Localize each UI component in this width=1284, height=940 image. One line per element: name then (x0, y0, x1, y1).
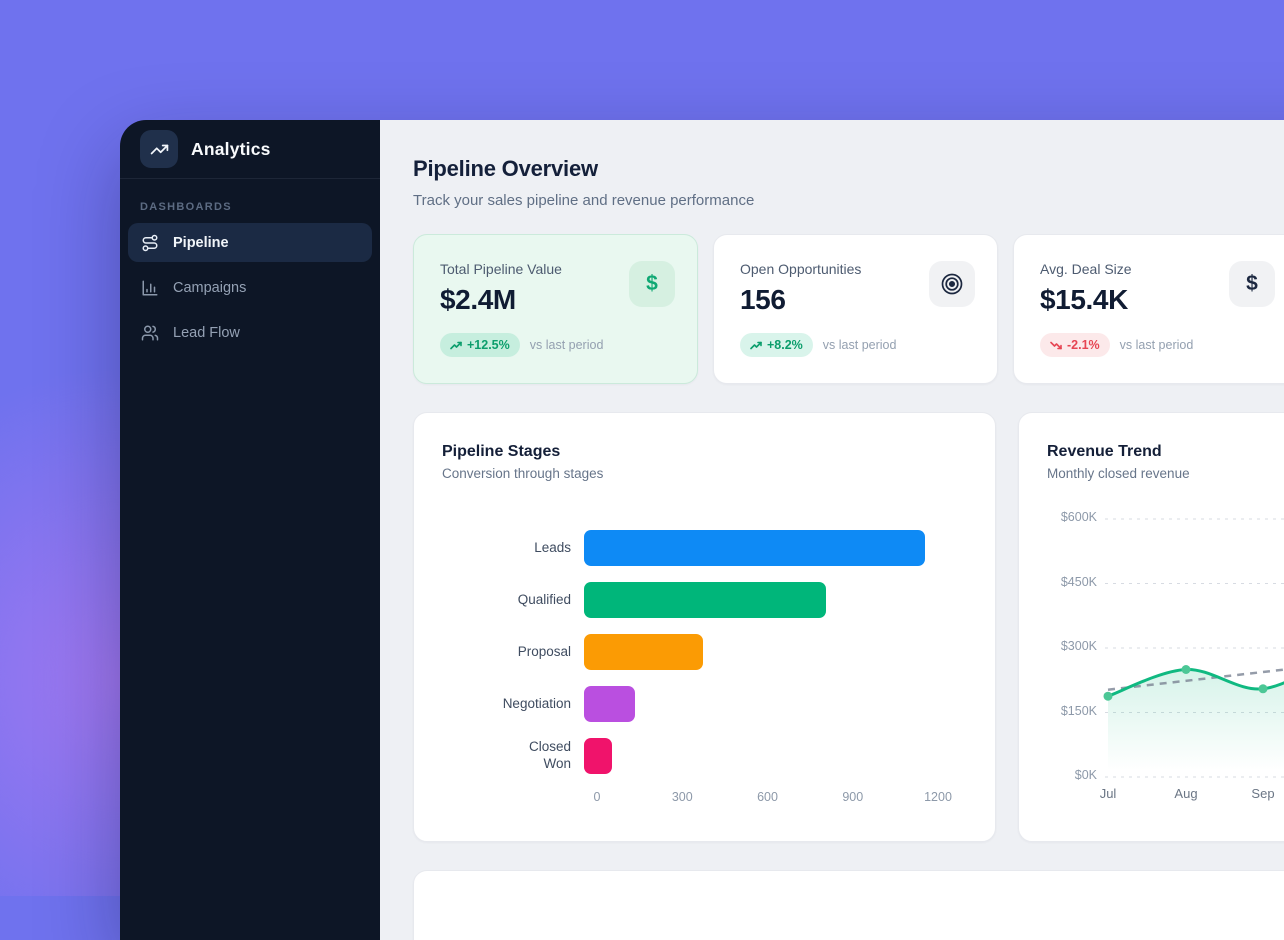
kpi-icon-box: $ (1229, 261, 1275, 307)
bar-track (584, 634, 967, 670)
x-axis-month-label: Jul (1084, 786, 1132, 801)
trending-down-icon (1050, 341, 1062, 350)
kpi-card-open-opportunities[interactable]: Open Opportunities 156 +8.2% vs last per… (713, 234, 998, 384)
bar-chart-rows: Leads Qualified Proposal Negotiation Closed … (442, 522, 967, 782)
bar-row: Qualified (442, 574, 967, 626)
kpi-compare-text: vs last period (1120, 338, 1194, 352)
x-axis-month-label: Sep (1239, 786, 1284, 801)
chart-subtitle: Monthly closed revenue (1047, 466, 1284, 481)
bar-category-label: Closed Won (442, 739, 584, 773)
sidebar: Analytics DASHBOARDS Pipeline Campaigns (120, 120, 380, 940)
revenue-trend-card: Revenue Trend Monthly closed revenue $60… (1018, 412, 1284, 842)
trending-up-icon (450, 341, 462, 350)
line-chart-svg (1099, 504, 1284, 804)
kpi-icon-box (929, 261, 975, 307)
sidebar-item-pipeline[interactable]: Pipeline (128, 223, 372, 262)
y-axis-tick-label: $300K (1019, 639, 1097, 653)
app-logo (140, 130, 178, 168)
sidebar-nav: Pipeline Campaigns Lead Flow (120, 223, 380, 352)
delta-badge: +8.2% (740, 333, 813, 357)
bar-chart-x-axis: 0 300 600 900 1200 (597, 790, 967, 810)
x-axis-tick-label: 0 (594, 790, 601, 804)
sidebar-section-label: DASHBOARDS (140, 201, 360, 213)
page-title: Pipeline Overview (413, 156, 1284, 182)
sidebar-item-label: Lead Flow (173, 325, 240, 341)
page-subtitle: Track your sales pipeline and revenue pe… (413, 192, 1284, 209)
x-axis-tick-label: 600 (757, 790, 778, 804)
bar[interactable] (584, 686, 635, 722)
bar[interactable] (584, 634, 703, 670)
chart-subtitle: Conversion through stages (442, 466, 967, 481)
dollar-icon: $ (646, 272, 658, 296)
bar-category-label: Qualified (442, 592, 584, 609)
app-name: Analytics (191, 139, 271, 160)
bar-row: Proposal (442, 626, 967, 678)
bar-category-label: Leads (442, 540, 584, 557)
sidebar-item-campaigns[interactable]: Campaigns (128, 268, 372, 307)
bottom-card (413, 870, 1284, 940)
pipeline-stages-card: Pipeline Stages Conversion through stage… (413, 412, 996, 842)
delta-badge: +12.5% (440, 333, 520, 357)
route-icon (141, 234, 159, 252)
chart-title: Revenue Trend (1047, 443, 1284, 461)
sidebar-item-lead-flow[interactable]: Lead Flow (128, 313, 372, 352)
bar-category-label: Negotiation (442, 696, 584, 713)
users-icon (141, 324, 159, 342)
sidebar-item-label: Pipeline (173, 235, 229, 251)
kpi-icon-box: $ (629, 261, 675, 307)
delta-badge: -2.1% (1040, 333, 1110, 357)
bar-row: Leads (442, 522, 967, 574)
data-point[interactable] (1104, 692, 1113, 701)
data-point[interactable] (1182, 665, 1191, 674)
trending-up-icon (750, 341, 762, 350)
bar-track (584, 738, 967, 774)
main-content: Pipeline Overview Track your sales pipel… (380, 120, 1284, 940)
y-axis-tick-label: $600K (1019, 510, 1097, 524)
target-icon (940, 272, 964, 296)
bar-track (584, 686, 967, 722)
trending-up-icon (150, 140, 169, 159)
bar-row: Negotiation (442, 678, 967, 730)
sidebar-item-label: Campaigns (173, 280, 246, 296)
bar[interactable] (584, 738, 612, 774)
data-point[interactable] (1259, 684, 1268, 693)
x-axis-tick-label: 900 (842, 790, 863, 804)
kpi-card-total-pipeline-value[interactable]: Total Pipeline Value $2.4M +12.5% vs las… (413, 234, 698, 384)
bar[interactable] (584, 530, 925, 566)
bar-track (584, 530, 967, 566)
kpi-compare-text: vs last period (823, 338, 897, 352)
app-window: Analytics DASHBOARDS Pipeline Campaigns (120, 120, 1284, 940)
bar-row: Closed Won (442, 730, 967, 782)
y-axis-tick-label: $450K (1019, 575, 1097, 589)
x-axis-month-label: Aug (1162, 786, 1210, 801)
y-axis-tick-label: $150K (1019, 704, 1097, 718)
kpi-card-avg-deal-size[interactable]: Avg. Deal Size $15.4K -2.1% vs last peri… (1013, 234, 1284, 384)
x-axis-tick-label: 1200 (924, 790, 952, 804)
x-axis-tick-label: 300 (672, 790, 693, 804)
sidebar-header: Analytics (120, 120, 380, 179)
kpi-row: Total Pipeline Value $2.4M +12.5% vs las… (413, 234, 1284, 384)
y-axis-tick-label: $0K (1019, 768, 1097, 782)
charts-row: Pipeline Stages Conversion through stage… (413, 412, 1284, 842)
bar-track (584, 582, 967, 618)
chart-title: Pipeline Stages (442, 443, 967, 461)
bar-chart-icon (141, 279, 159, 297)
line-chart-plot: $600K $450K $300K $150K $0K Jul Aug Sep (1019, 504, 1284, 814)
dollar-icon: $ (1246, 272, 1258, 296)
bar-category-label: Proposal (442, 644, 584, 661)
bar[interactable] (584, 582, 826, 618)
kpi-compare-text: vs last period (530, 338, 604, 352)
